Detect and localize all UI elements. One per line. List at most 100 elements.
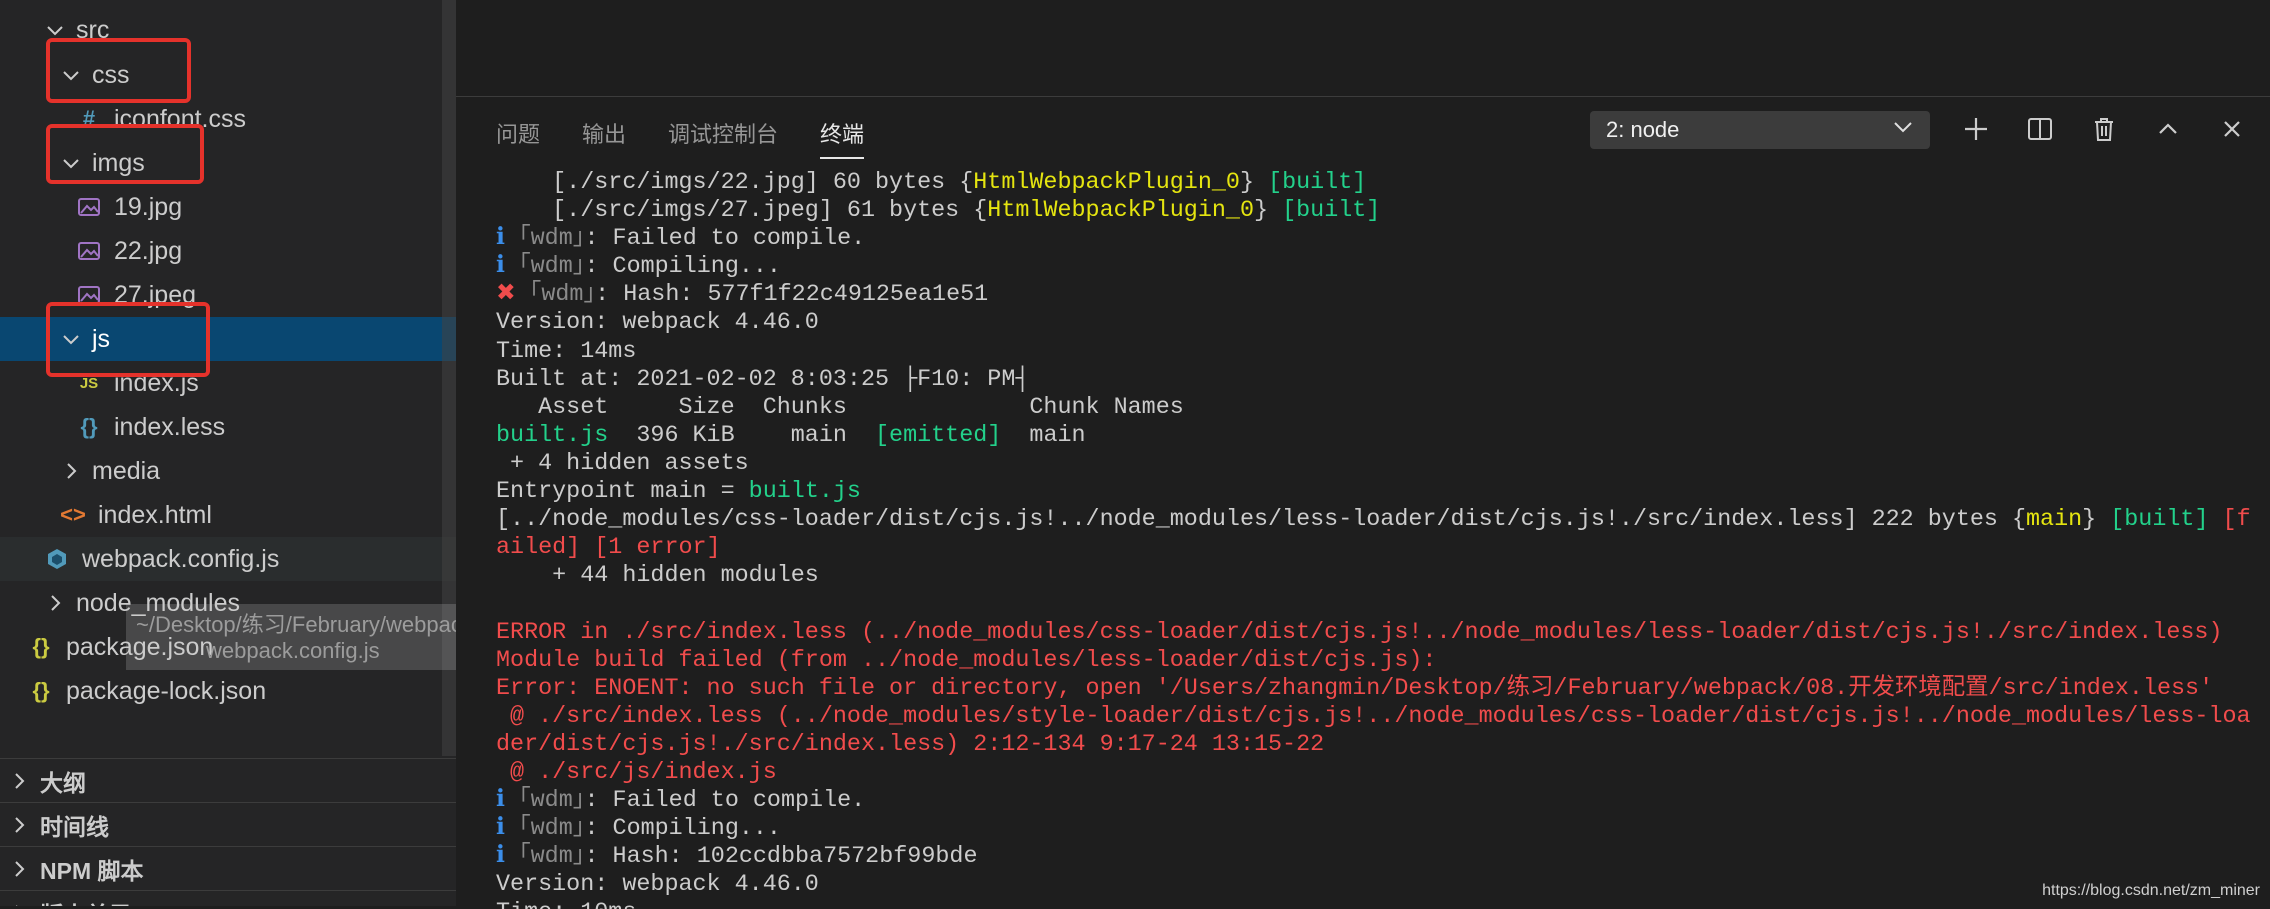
- split-icon: [2026, 115, 2054, 148]
- tab-debug-console[interactable]: 调试控制台: [668, 117, 778, 163]
- chevron-right-icon: [8, 902, 30, 906]
- terminal-text: ℹ: [496, 226, 519, 253]
- tree-item-19-jpg[interactable]: 19.jpg: [0, 185, 456, 229]
- tree-item-media[interactable]: media: [0, 449, 456, 493]
- image-file-icon: [76, 194, 102, 220]
- terminal-text: ｢wdm｣: [518, 816, 585, 843]
- tree-item-label: 19.jpg: [114, 192, 183, 221]
- terminal-text: : Failed to compile.: [584, 788, 866, 815]
- maximize-panel-button[interactable]: [2152, 115, 2184, 147]
- terminal-text: [../node_modules/css-loader/dist/cjs.js!…: [496, 507, 2026, 534]
- terminal-text: }: [1239, 170, 1269, 196]
- highlight-box-css: [46, 38, 191, 103]
- new-terminal-button[interactable]: [1960, 115, 1992, 147]
- terminal-text: [./src/imgs/27.jpeg] 61 bytes {: [496, 198, 988, 225]
- terminal-text: : Failed to compile.: [584, 226, 866, 253]
- terminal-text: ｢wdm｣: [518, 254, 585, 281]
- terminal-line: Built at: 2021-02-02 8:03:25 ├F10: PM┤: [496, 366, 2266, 394]
- terminal-text: ℹ: [496, 788, 519, 815]
- terminal-line: Version: webpack 4.46.0: [496, 309, 2266, 337]
- terminal-text: [emitted]: [875, 422, 1002, 449]
- terminal-text: Time: 14ms: [496, 338, 637, 365]
- terminal-text: Module build failed (from ../node_module…: [496, 647, 1437, 674]
- explorer-sidebar: src css # iconfont.css imgs 19.jpg 22.jpg 27.jp…: [0, 0, 456, 906]
- terminal-text: ｢wdm｣: [518, 788, 585, 815]
- section-label: NPM 脚本: [40, 858, 144, 884]
- terminal-line: Time: 14ms: [496, 338, 2266, 366]
- terminal-text: ℹ: [496, 816, 519, 843]
- terminal-text: Version: webpack 4.46.0: [496, 310, 819, 337]
- tooltip-path: ~/Desktop/练习/February/webpack/08.开发环境: [136, 612, 456, 637]
- terminal-line: ℹ ｢wdm｣: Hash: 102ccdbba7572bf99bde: [496, 843, 2266, 871]
- tree-item-index-less[interactable]: {} index.less: [0, 405, 456, 449]
- close-panel-button[interactable]: [2216, 115, 2248, 147]
- terminal-line: ✖ ｢wdm｣: Hash: 577f1f22c49125ea1e51: [496, 281, 2266, 309]
- chevron-up-icon: [2154, 115, 2182, 148]
- html-file-icon: <>: [60, 502, 86, 527]
- highlight-box-imgs: [46, 124, 204, 184]
- terminal-line: @ ./src/js/index.js: [496, 759, 2266, 787]
- tab-problems[interactable]: 问题: [496, 117, 540, 163]
- terminal-text: @ ./src/index.less (../node_modules/styl…: [496, 703, 2251, 730]
- split-terminal-button[interactable]: [2024, 115, 2056, 147]
- tab-terminal[interactable]: 终端: [820, 117, 865, 163]
- image-file-icon: [76, 238, 102, 264]
- tree-item-label: 22.jpg: [114, 236, 183, 265]
- terminal-text: built.js: [496, 422, 609, 449]
- section-label: 版本差异: [40, 896, 132, 906]
- terminal-line: Time: 10ms: [496, 899, 2266, 909]
- bottom-panel: 问题 输出 调试控制台 终端 2: node [./src/imgs/22.jp…: [456, 96, 2270, 909]
- terminal-line: Asset Size Chunks Chunk Names: [496, 394, 2266, 422]
- terminal-text: HtmlWebpackPlugin_0: [987, 198, 1254, 225]
- terminal-select[interactable]: 2: node: [1590, 111, 1930, 149]
- kill-terminal-button[interactable]: [2088, 115, 2120, 147]
- chevron-right-icon: [60, 460, 82, 482]
- terminal-line: [./src/imgs/27.jpeg] 61 bytes {HtmlWebpa…: [496, 197, 2266, 225]
- section-timeline[interactable]: 时间线: [0, 802, 456, 847]
- terminal-line: + 44 hidden modules: [496, 562, 2266, 590]
- tree-item-label: package-lock.json: [66, 676, 267, 705]
- terminal-text: + 4 hidden assets: [496, 450, 749, 477]
- terminal-text: ailed] [1 error]: [496, 535, 721, 562]
- terminal-text: [built]: [1268, 170, 1367, 196]
- terminal-text: Built at: 2021-02-02 8:03:25 ├F10: PM┤: [496, 366, 1030, 393]
- terminal-text: 396 KiB main: [608, 422, 875, 449]
- terminal-output[interactable]: [./src/imgs/22.jpg] 60 bytes {HtmlWebpac…: [496, 169, 2266, 909]
- plus-icon: [1962, 115, 1990, 148]
- terminal-text: der/dist/cjs.js!./src/index.less) 2:12-1…: [496, 731, 1325, 758]
- terminal-text: HtmlWebpackPlugin_0: [973, 170, 1240, 196]
- terminal-text: ℹ: [496, 254, 519, 281]
- tree-item-package-lock-json[interactable]: {} package-lock.json: [0, 669, 456, 713]
- section-version-diff[interactable]: 版本差异: [0, 890, 456, 906]
- terminal-text: [./src/imgs/22.jpg] 60 bytes {: [496, 170, 974, 196]
- terminal-line: Version: webpack 4.46.0: [496, 871, 2266, 899]
- less-file-icon: {}: [80, 414, 98, 439]
- terminal-line: ℹ ｢wdm｣: Compiling...: [496, 815, 2266, 843]
- tree-item-index-html[interactable]: <> index.html: [0, 493, 456, 537]
- terminal-text: Asset Size Chunks Chunk Names: [496, 394, 1184, 421]
- tree-item-label: index.less: [114, 412, 226, 441]
- chevron-down-icon: [1892, 116, 1914, 144]
- tab-output[interactable]: 输出: [582, 117, 626, 163]
- terminal-line: + 4 hidden assets: [496, 450, 2266, 478]
- terminal-text: @ ./src/js/index.js: [496, 759, 777, 786]
- terminal-select-value: 2: node: [1606, 117, 1680, 142]
- section-npm-scripts[interactable]: NPM 脚本: [0, 846, 456, 891]
- chevron-right-icon: [8, 814, 30, 836]
- chevron-right-icon: [44, 592, 66, 614]
- editor-area: [456, 0, 2270, 96]
- terminal-text: : Compiling...: [584, 816, 781, 843]
- terminal-line: Error: ENOENT: no such file or directory…: [496, 675, 2266, 703]
- tree-item-webpack-config-js[interactable]: webpack.config.js: [0, 537, 456, 581]
- terminal-text: ✖: [496, 282, 530, 309]
- close-icon: [2218, 115, 2246, 148]
- terminal-text: }: [1254, 198, 1283, 225]
- section-outline[interactable]: 大纲: [0, 758, 456, 803]
- json-file-icon: {}: [32, 634, 50, 659]
- tree-item-22-jpg[interactable]: 22.jpg: [0, 229, 456, 273]
- chevron-right-icon: [8, 858, 30, 880]
- terminal-text: [built]: [1282, 198, 1381, 225]
- terminal-line: der/dist/cjs.js!./src/index.less) 2:12-1…: [496, 731, 2266, 759]
